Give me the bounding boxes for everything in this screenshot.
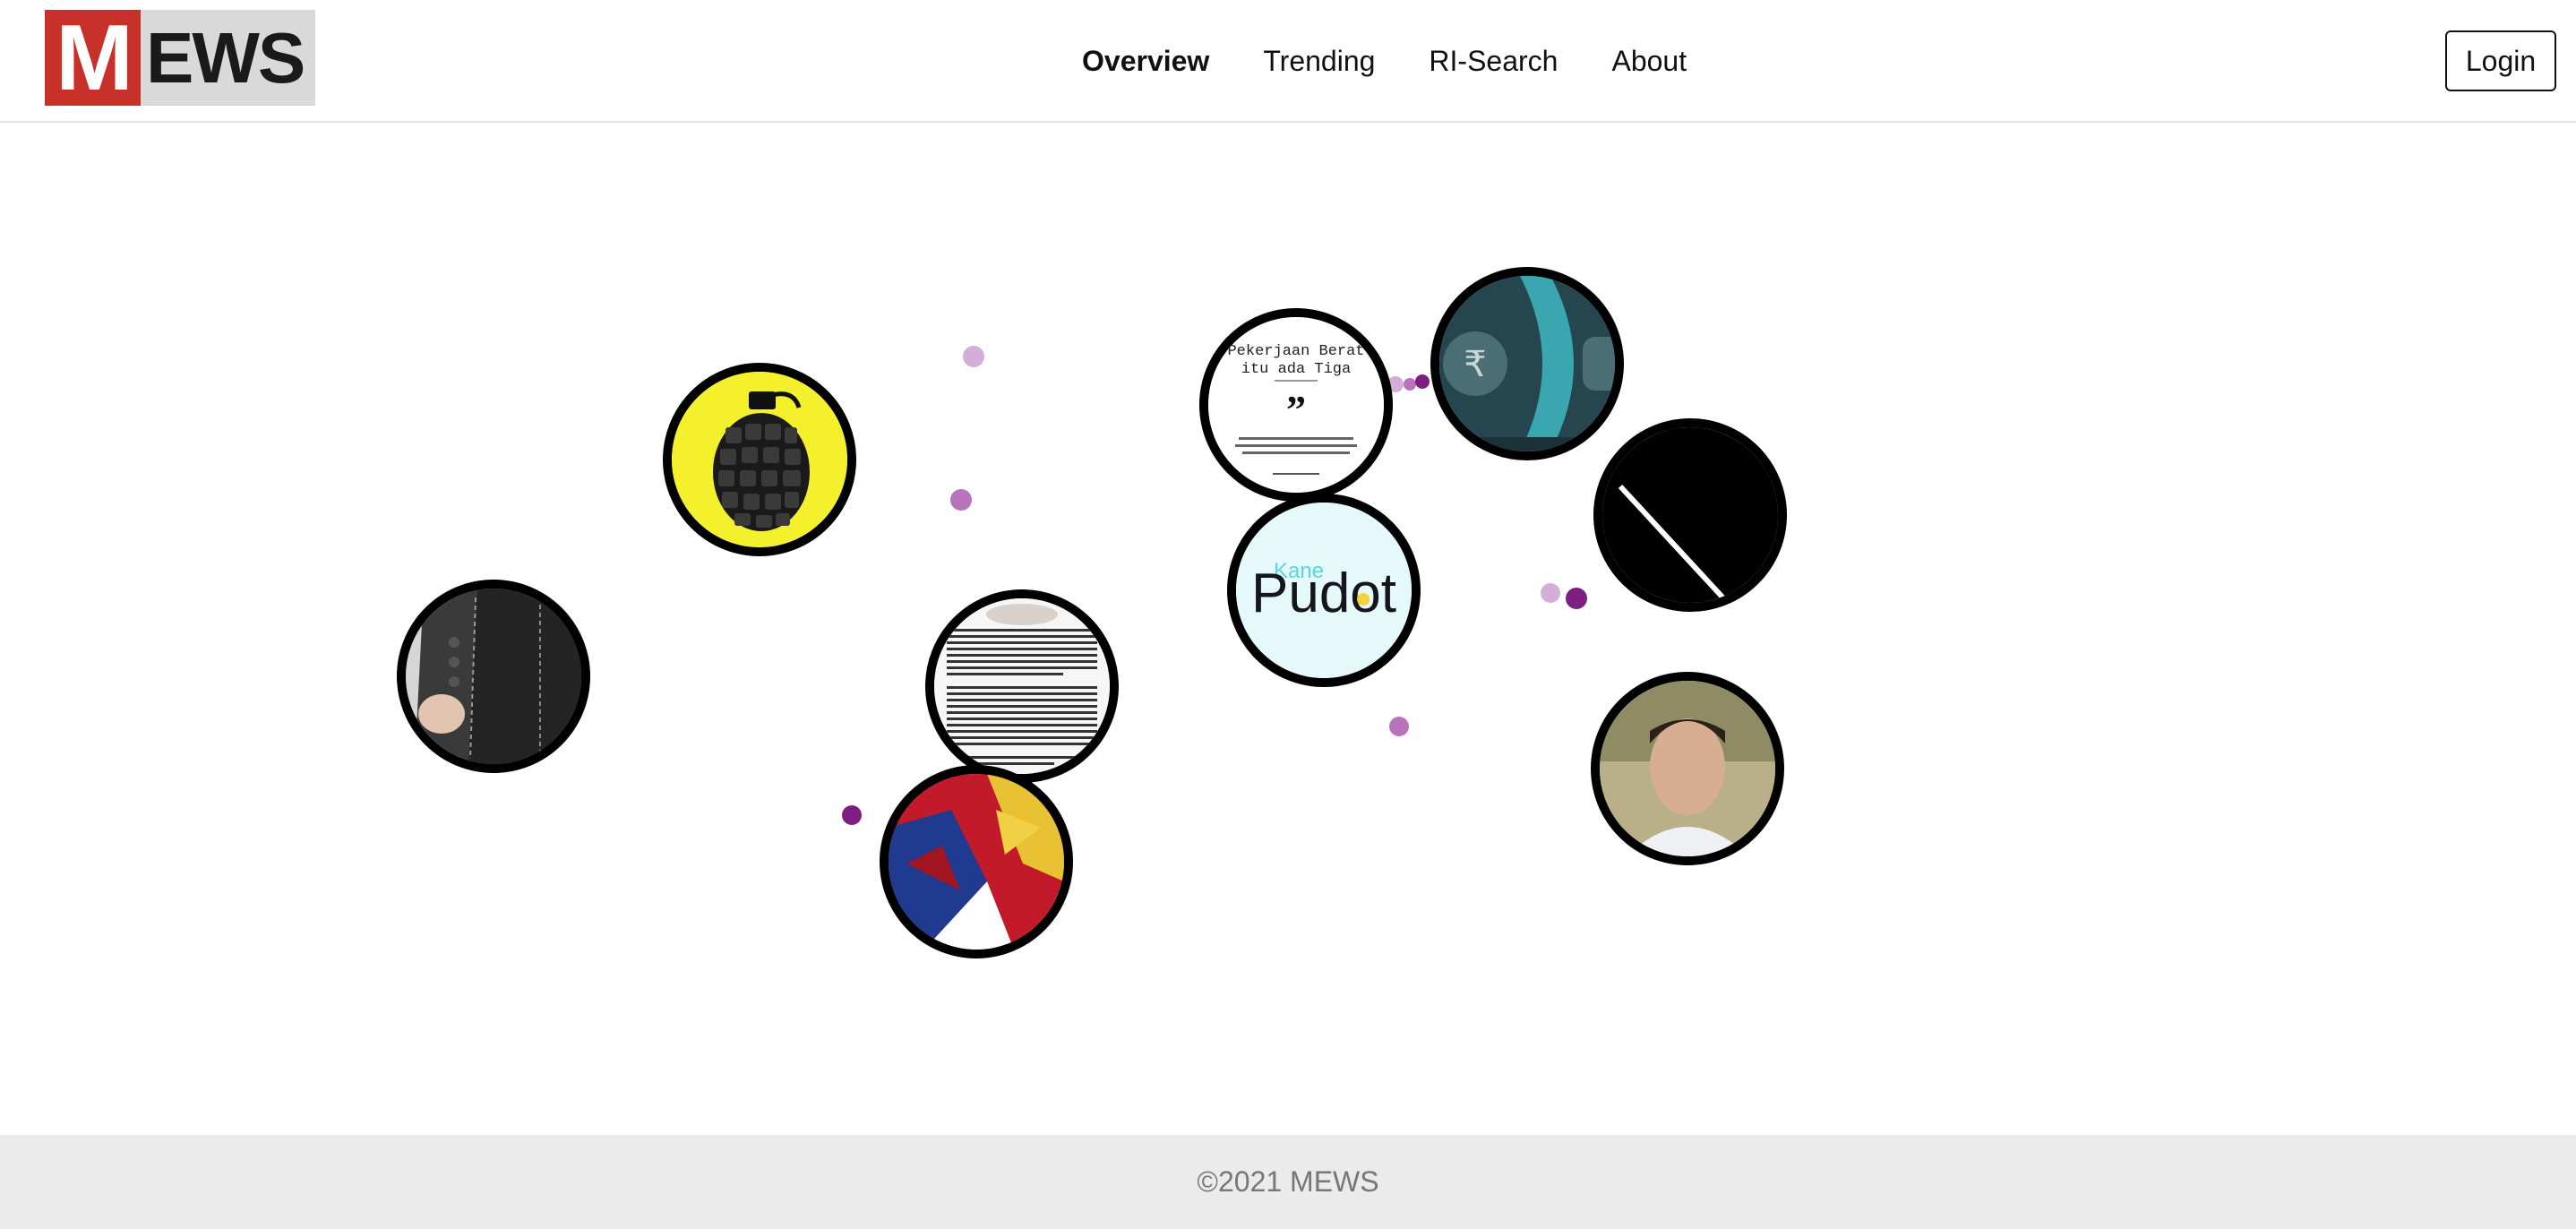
graph-dot[interactable] (950, 489, 972, 511)
graph-dot[interactable] (842, 805, 862, 825)
nav-about[interactable]: About (1611, 36, 1687, 86)
graph-node-portrait[interactable] (1591, 672, 1784, 865)
grenade-icon (672, 372, 847, 547)
graph-dot[interactable] (1415, 374, 1430, 389)
main-nav: Overview Trending RI-Search About (1082, 36, 1687, 86)
mews-logo[interactable]: M EWS (45, 10, 315, 106)
graph-node-flag[interactable] (880, 765, 1073, 958)
graph-node-quote[interactable]: Pekerjaan Berat itu ada Tiga ” (1199, 308, 1393, 502)
graph-node-rupee[interactable]: ₹ (1430, 267, 1624, 460)
slash-icon (1602, 427, 1778, 603)
nav-ri-search[interactable]: RI-Search (1429, 36, 1558, 86)
person-photo (1600, 681, 1775, 856)
kane-pudot-logo: Kane Pudot (1236, 503, 1412, 678)
logo-wordmark: EWS (146, 17, 305, 98)
article-text-image (934, 598, 1110, 774)
top-navbar: M EWS Overview Trending RI-Search About … (0, 0, 2576, 123)
login-button[interactable]: Login (2445, 30, 2556, 91)
svg-text:Pudot: Pudot (1251, 563, 1396, 624)
graph-dot[interactable] (1404, 378, 1416, 391)
svg-text:”: ” (1286, 388, 1306, 432)
graph-dot[interactable] (1389, 717, 1409, 736)
graph-node-kane-pudot[interactable]: Kane Pudot (1227, 494, 1421, 687)
quote-image: Pekerjaan Berat itu ada Tiga ” (1208, 317, 1384, 493)
svg-text:Pekerjaan Berat: Pekerjaan Berat (1227, 343, 1364, 360)
svg-text:itu ada Tiga: itu ada Tiga (1241, 361, 1351, 378)
graph-dot[interactable] (1566, 588, 1587, 609)
svg-text:₹: ₹ (1464, 344, 1486, 385)
flag-image (889, 774, 1064, 950)
jacket-photo (406, 589, 581, 764)
copyright-text: ©2021 MEWS (1197, 1165, 1379, 1198)
nav-overview[interactable]: Overview (1082, 36, 1209, 86)
nav-trending[interactable]: Trending (1263, 36, 1375, 86)
graph-node-black-slash[interactable] (1593, 418, 1787, 612)
graph-dot[interactable] (963, 346, 984, 367)
logo-initial: M (45, 10, 141, 106)
page-footer: ©2021 MEWS (0, 1135, 2576, 1229)
image-cluster-graph[interactable]: Pekerjaan Berat itu ada Tiga ” Kane Pudo… (0, 123, 2576, 1135)
graph-node-article[interactable] (925, 589, 1119, 783)
graph-node-jacket[interactable] (397, 580, 590, 773)
graph-dot[interactable] (1541, 583, 1560, 603)
rupee-app-icon: ₹ (1439, 276, 1615, 451)
graph-node-grenade[interactable] (663, 363, 856, 556)
